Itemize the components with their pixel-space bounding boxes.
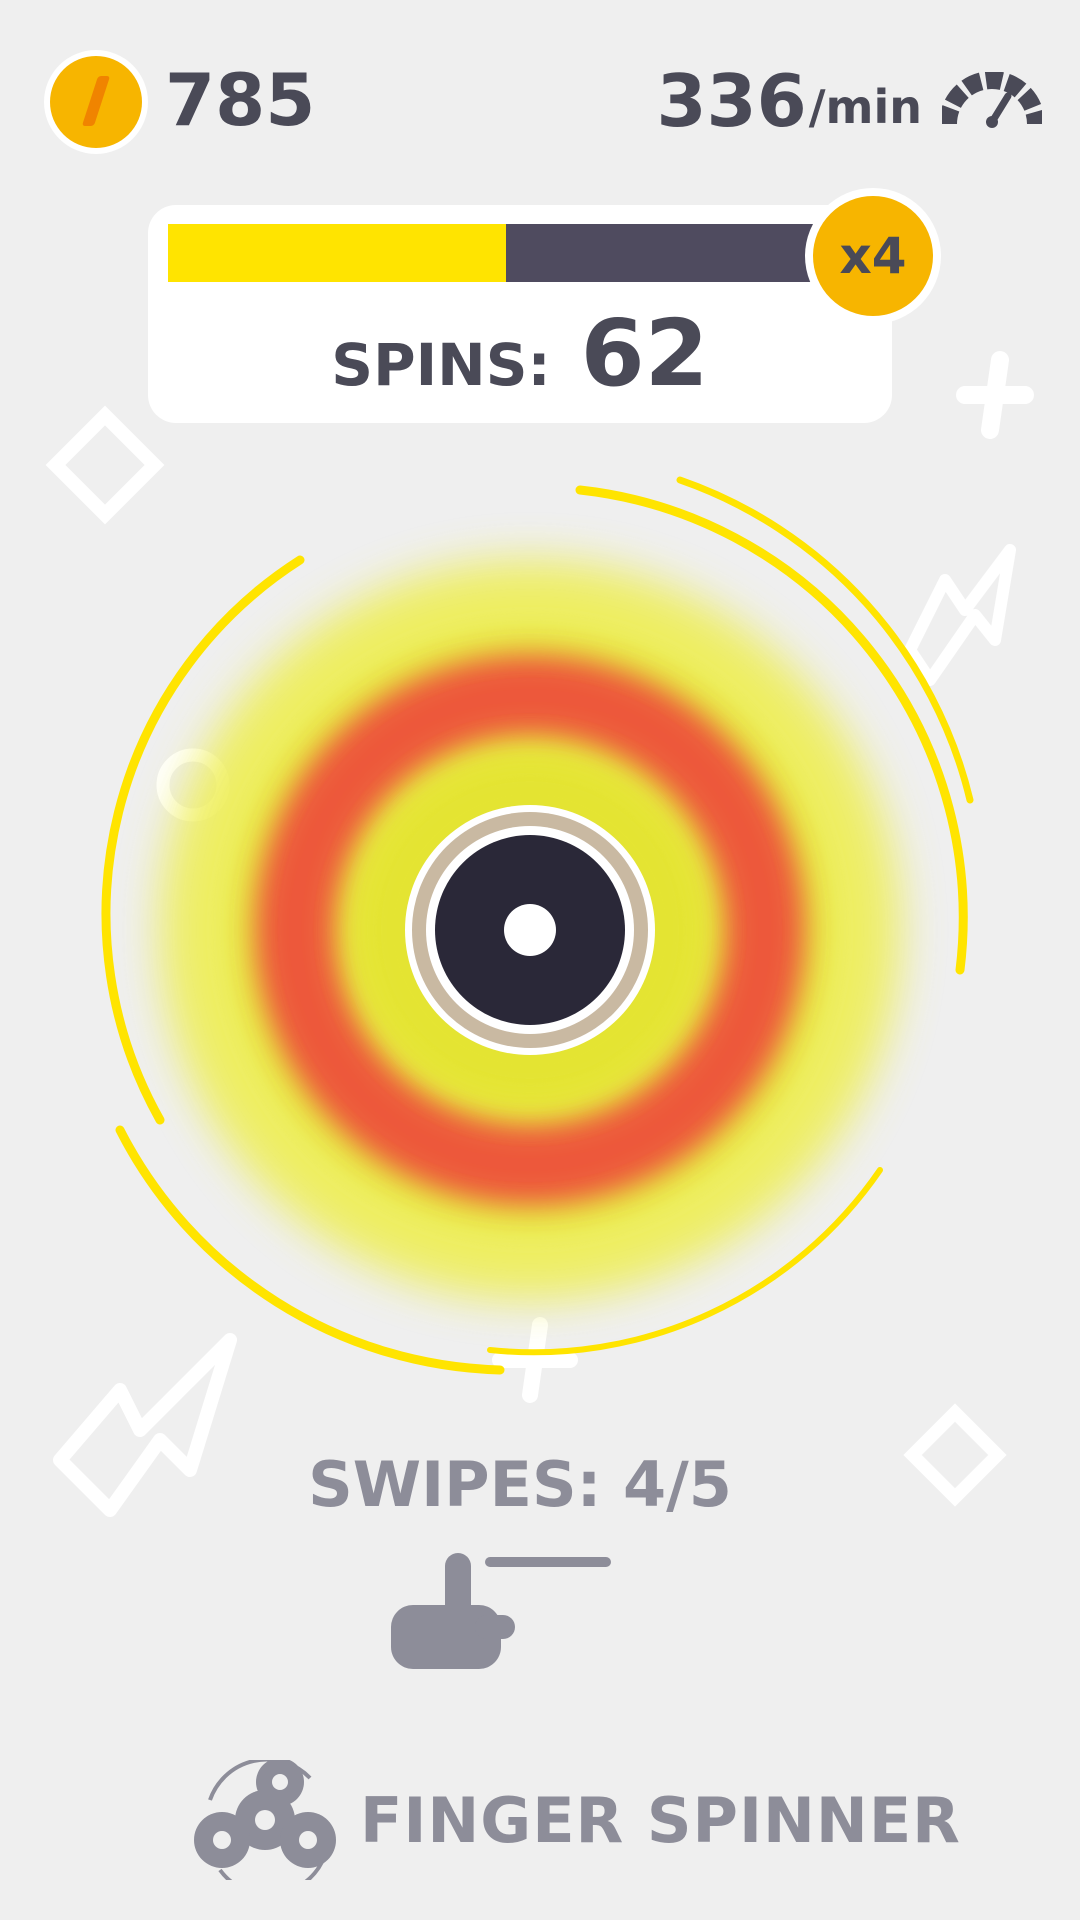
speed-unit: /min bbox=[808, 80, 922, 134]
coin-count: 785 bbox=[165, 58, 316, 142]
brand-name: FINGER SPINNER bbox=[360, 1783, 961, 1857]
spins-label: SPINS: bbox=[331, 331, 551, 399]
speed-value: 336 bbox=[656, 59, 807, 143]
speedometer-icon bbox=[942, 72, 1042, 128]
fidget-spinner-icon bbox=[194, 1760, 336, 1880]
brand-logo: FINGER SPINNER bbox=[190, 1760, 961, 1880]
spins-counter: SPINS: 62 bbox=[148, 300, 892, 410]
swipe-hand-icon bbox=[391, 1553, 611, 1669]
spin-progress-fill bbox=[168, 224, 506, 282]
swipes-counter: SWIPES: 4/5 bbox=[308, 1448, 732, 1521]
cross-decoration bbox=[956, 351, 1034, 439]
spins-value: 62 bbox=[580, 300, 709, 407]
spin-progress-bar bbox=[168, 224, 818, 282]
fidget-spinner[interactable] bbox=[80, 470, 1000, 1390]
game-screen: 785 336 /min x4 SPINS: 62 SWIPES: 4/5 FI… bbox=[0, 0, 1080, 1920]
multiplier-label: x4 bbox=[813, 196, 933, 316]
speed-readout: 336 /min bbox=[656, 56, 1042, 146]
coin-icon bbox=[44, 50, 148, 154]
